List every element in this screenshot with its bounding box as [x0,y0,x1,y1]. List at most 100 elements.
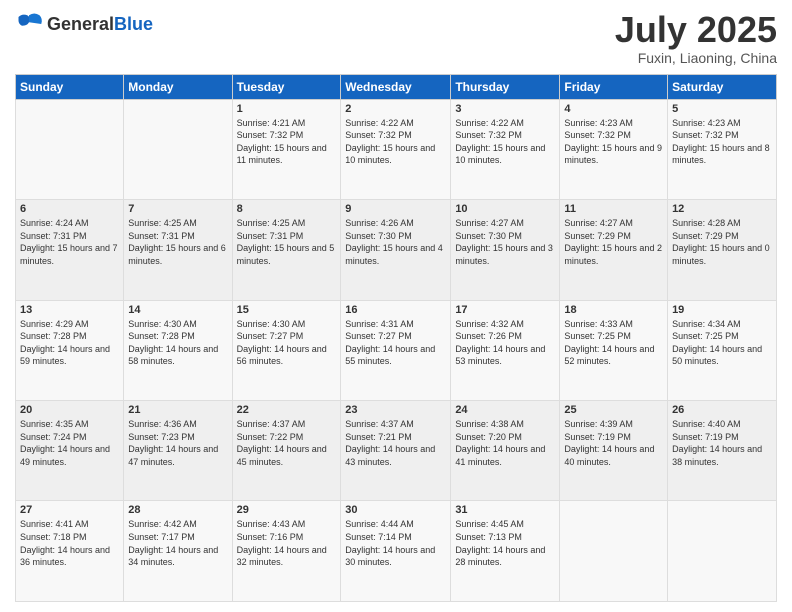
day-number: 5 [672,103,772,115]
day-number: 13 [20,304,119,316]
day-number: 4 [564,103,663,115]
day-info: Sunrise: 4:31 AMSunset: 7:27 PMDaylight:… [345,318,446,368]
day-info: Sunrise: 4:32 AMSunset: 7:26 PMDaylight:… [455,318,555,368]
day-info: Sunrise: 4:22 AMSunset: 7:32 PMDaylight:… [345,117,446,167]
day-info: Sunrise: 4:23 AMSunset: 7:32 PMDaylight:… [672,117,772,167]
day-cell: 27Sunrise: 4:41 AMSunset: 7:18 PMDayligh… [16,501,124,602]
day-cell: 14 Sunrise: 4:30 AMSunset: 7:28 PMDayligh… [124,300,232,400]
day-cell: 13 Sunrise: 4:29 AMSunset: 7:28 PMDayligh… [16,300,124,400]
day-cell: 8 Sunrise: 4:25 AMSunset: 7:31 PMDaylight… [232,200,341,300]
calendar-page: GeneralBlue July 2025 Fuxin, Liaoning, C… [0,0,792,612]
day-cell: 12 Sunrise: 4:28 AMSunset: 7:29 PMDayligh… [668,200,777,300]
day-info: Sunrise: 4:30 AMSunset: 7:28 PMDaylight:… [128,318,227,368]
day-cell: 6 Sunrise: 4:24 AMSunset: 7:31 PMDaylight… [16,200,124,300]
day-info: Sunrise: 4:37 AMSunset: 7:21 PMDaylight:… [345,418,446,468]
logo-icon [15,10,43,38]
logo-text: GeneralBlue [47,14,153,35]
day-cell: 3Sunrise: 4:22 AMSunset: 7:32 PMDaylight… [451,99,560,199]
day-cell: 21 Sunrise: 4:36 AMSunset: 7:23 PMDayligh… [124,401,232,501]
day-info: Sunrise: 4:28 AMSunset: 7:29 PMDaylight:… [672,217,772,267]
calendar-location: Fuxin, Liaoning, China [615,50,777,66]
day-cell: 5 Sunrise: 4:23 AMSunset: 7:32 PMDaylight… [668,99,777,199]
day-info: Sunrise: 4:40 AMSunset: 7:19 PMDaylight:… [672,418,772,468]
day-number: 24 [455,404,555,416]
day-info: Sunrise: 4:36 AMSunset: 7:23 PMDaylight:… [128,418,227,468]
day-cell: 2Sunrise: 4:22 AMSunset: 7:32 PMDaylight… [341,99,451,199]
day-cell: 19 Sunrise: 4:34 AMSunset: 7:25 PMDayligh… [668,300,777,400]
day-cell: 23 Sunrise: 4:37 AMSunset: 7:21 PMDayligh… [341,401,451,501]
day-number: 6 [20,203,119,215]
day-info: Sunrise: 4:25 AMSunset: 7:31 PMDaylight:… [237,217,337,267]
day-number: 14 [128,304,227,316]
day-cell: 15Sunrise: 4:30 AMSunset: 7:27 PMDayligh… [232,300,341,400]
day-cell [668,501,777,602]
day-cell: 4 Sunrise: 4:23 AMSunset: 7:32 PMDaylight… [560,99,668,199]
week-row-1: 1Sunrise: 4:21 AMSunset: 7:32 PMDaylight… [16,99,777,199]
day-info: Sunrise: 4:45 AMSunset: 7:13 PMDaylight:… [455,518,555,568]
day-number: 8 [237,203,337,215]
calendar-header: SundayMondayTuesdayWednesdayThursdayFrid… [16,74,777,99]
day-cell [124,99,232,199]
day-info: Sunrise: 4:26 AMSunset: 7:30 PMDaylight:… [345,217,446,267]
day-info: Sunrise: 4:35 AMSunset: 7:24 PMDaylight:… [20,418,119,468]
day-number: 19 [672,304,772,316]
title-block: July 2025 Fuxin, Liaoning, China [615,10,777,66]
day-cell: 16 Sunrise: 4:31 AMSunset: 7:27 PMDayligh… [341,300,451,400]
day-number: 23 [345,404,446,416]
day-info: Sunrise: 4:38 AMSunset: 7:20 PMDaylight:… [455,418,555,468]
day-number: 31 [455,504,555,516]
header-day-sunday: Sunday [16,74,124,99]
day-number: 7 [128,203,227,215]
day-number: 16 [345,304,446,316]
day-number: 17 [455,304,555,316]
day-number: 9 [345,203,446,215]
day-cell: 31 Sunrise: 4:45 AMSunset: 7:13 PMDayligh… [451,501,560,602]
header-day-monday: Monday [124,74,232,99]
day-number: 26 [672,404,772,416]
logo-blue: Blue [114,14,153,34]
day-number: 25 [564,404,663,416]
day-cell: 25 Sunrise: 4:39 AMSunset: 7:19 PMDayligh… [560,401,668,501]
day-number: 18 [564,304,663,316]
week-row-5: 27Sunrise: 4:41 AMSunset: 7:18 PMDayligh… [16,501,777,602]
day-cell: 20Sunrise: 4:35 AMSunset: 7:24 PMDayligh… [16,401,124,501]
day-number: 21 [128,404,227,416]
header-row: SundayMondayTuesdayWednesdayThursdayFrid… [16,74,777,99]
day-info: Sunrise: 4:30 AMSunset: 7:27 PMDaylight:… [237,318,337,368]
day-info: Sunrise: 4:42 AMSunset: 7:17 PMDaylight:… [128,518,227,568]
day-number: 27 [20,504,119,516]
header-day-friday: Friday [560,74,668,99]
day-cell: 30Sunrise: 4:44 AMSunset: 7:14 PMDayligh… [341,501,451,602]
day-info: Sunrise: 4:33 AMSunset: 7:25 PMDaylight:… [564,318,663,368]
day-cell: 10 Sunrise: 4:27 AMSunset: 7:30 PMDayligh… [451,200,560,300]
day-cell: 24 Sunrise: 4:38 AMSunset: 7:20 PMDayligh… [451,401,560,501]
day-cell: 29 Sunrise: 4:43 AMSunset: 7:16 PMDayligh… [232,501,341,602]
day-info: Sunrise: 4:29 AMSunset: 7:28 PMDaylight:… [20,318,119,368]
day-cell [560,501,668,602]
day-cell: 1Sunrise: 4:21 AMSunset: 7:32 PMDaylight… [232,99,341,199]
day-number: 12 [672,203,772,215]
week-row-3: 13 Sunrise: 4:29 AMSunset: 7:28 PMDayligh… [16,300,777,400]
day-number: 10 [455,203,555,215]
header-day-thursday: Thursday [451,74,560,99]
logo-general: General [47,14,114,34]
day-cell: 22Sunrise: 4:37 AMSunset: 7:22 PMDayligh… [232,401,341,501]
day-info: Sunrise: 4:34 AMSunset: 7:25 PMDaylight:… [672,318,772,368]
header-day-tuesday: Tuesday [232,74,341,99]
day-number: 29 [237,504,337,516]
calendar-title: July 2025 [615,10,777,50]
day-info: Sunrise: 4:25 AMSunset: 7:31 PMDaylight:… [128,217,227,267]
day-info: Sunrise: 4:23 AMSunset: 7:32 PMDaylight:… [564,117,663,167]
day-info: Sunrise: 4:24 AMSunset: 7:31 PMDaylight:… [20,217,119,267]
day-number: 1 [237,103,337,115]
day-info: Sunrise: 4:43 AMSunset: 7:16 PMDaylight:… [237,518,337,568]
day-number: 30 [345,504,446,516]
day-info: Sunrise: 4:39 AMSunset: 7:19 PMDaylight:… [564,418,663,468]
day-info: Sunrise: 4:27 AMSunset: 7:29 PMDaylight:… [564,217,663,267]
week-row-4: 20Sunrise: 4:35 AMSunset: 7:24 PMDayligh… [16,401,777,501]
day-number: 11 [564,203,663,215]
day-number: 28 [128,504,227,516]
day-info: Sunrise: 4:27 AMSunset: 7:30 PMDaylight:… [455,217,555,267]
day-number: 3 [455,103,555,115]
day-cell: 28 Sunrise: 4:42 AMSunset: 7:17 PMDayligh… [124,501,232,602]
